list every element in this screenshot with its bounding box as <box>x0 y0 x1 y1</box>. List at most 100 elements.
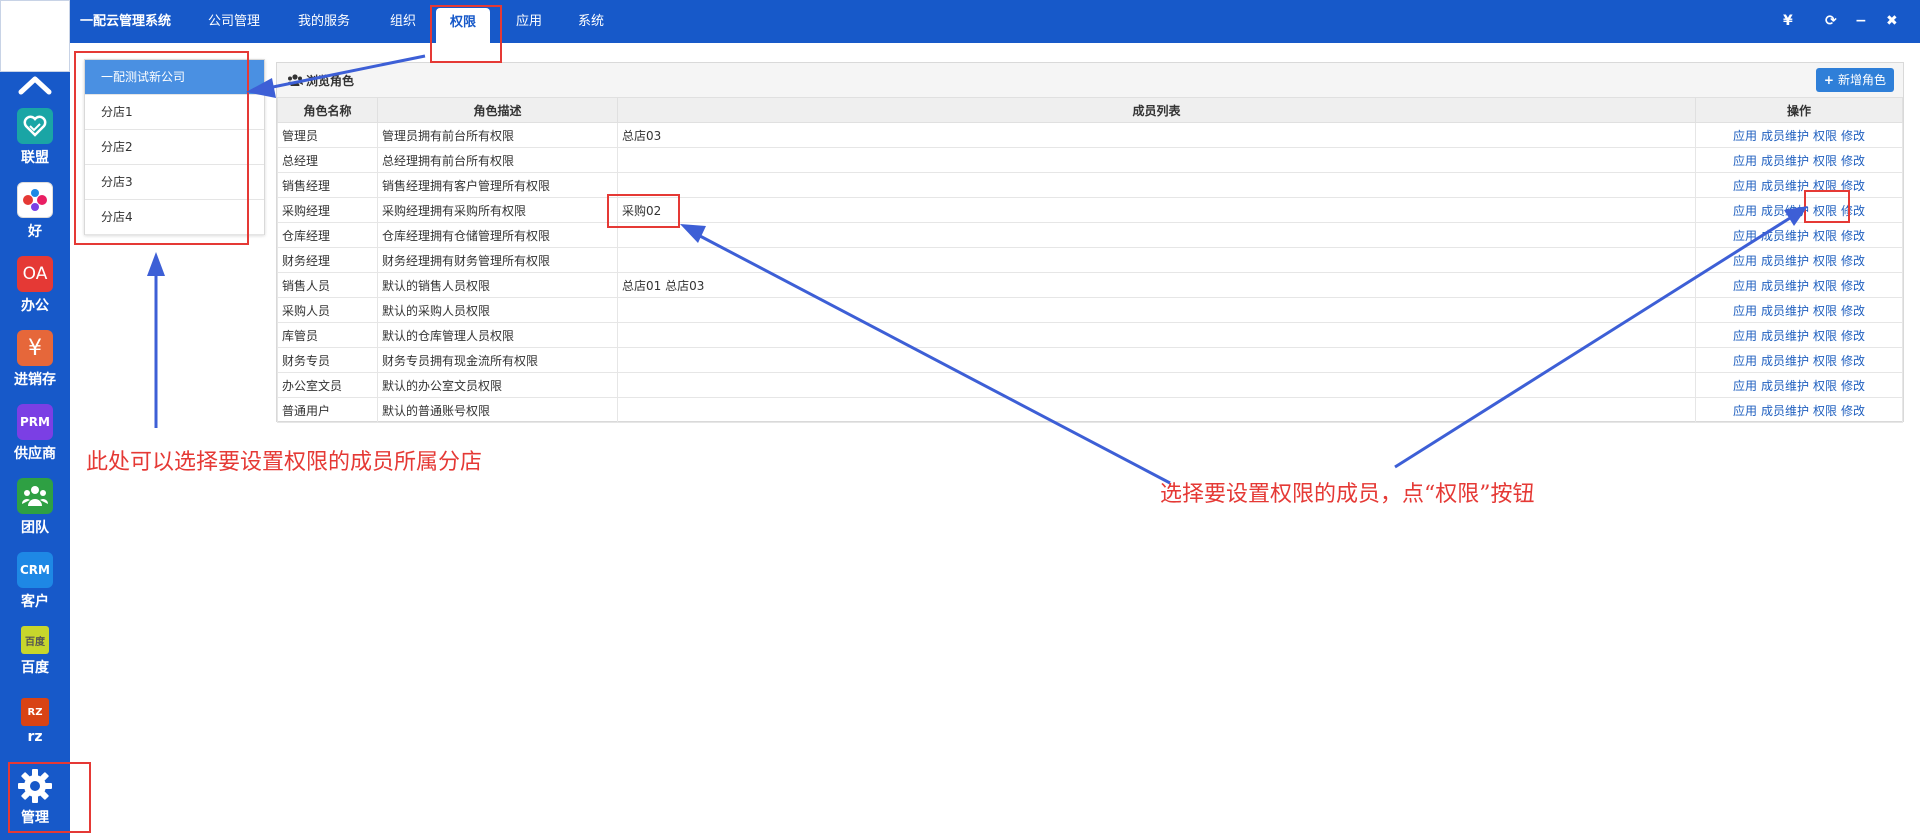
member-maintenance-link[interactable]: 成员维护 <box>1761 129 1809 143</box>
role-desc-cell: 默认的采购人员权限 <box>377 297 618 323</box>
member-maintenance-link[interactable]: 成员维护 <box>1761 254 1809 268</box>
apply-link[interactable]: 应用 <box>1733 154 1757 168</box>
edit-link[interactable]: 修改 <box>1841 129 1865 143</box>
edit-link[interactable]: 修改 <box>1841 404 1865 418</box>
permission-link[interactable]: 权限 <box>1813 304 1837 318</box>
permission-link[interactable]: 权限 <box>1813 404 1837 418</box>
members-cell <box>617 172 1696 198</box>
tab-system[interactable]: 系统 <box>578 0 604 43</box>
table-row[interactable]: 采购经理 采购经理拥有采购所有权限 采购02 应用 成员维护 权限 修改 <box>277 197 1903 223</box>
member-maintenance-link[interactable]: 成员维护 <box>1761 404 1809 418</box>
edit-link[interactable]: 修改 <box>1841 379 1865 393</box>
permission-link[interactable]: 权限 <box>1813 379 1837 393</box>
rail-label: 团队 <box>21 520 49 536</box>
member-maintenance-link[interactable]: 成员维护 <box>1761 279 1809 293</box>
member-maintenance-link[interactable]: 成员维护 <box>1761 329 1809 343</box>
table-row[interactable]: 普通用户 默认的普通账号权限 应用 成员维护 权限 修改 <box>277 397 1903 423</box>
table-row[interactable]: 销售经理 销售经理拥有客户管理所有权限 应用 成员维护 权限 修改 <box>277 172 1903 198</box>
tab-company[interactable]: 公司管理 <box>208 0 260 43</box>
tab-my-services[interactable]: 我的服务 <box>298 0 350 43</box>
rz-icon: RZ <box>21 698 49 726</box>
member-maintenance-link[interactable]: 成员维护 <box>1761 354 1809 368</box>
edit-link[interactable]: 修改 <box>1841 154 1865 168</box>
member-maintenance-link[interactable]: 成员维护 <box>1761 179 1809 193</box>
close-icon[interactable]: ✖ <box>1886 0 1898 43</box>
permission-link[interactable]: 权限 <box>1813 279 1837 293</box>
members-cell: 采购02 <box>617 197 1696 223</box>
permission-link[interactable]: 权限 <box>1813 329 1837 343</box>
edit-link[interactable]: 修改 <box>1841 329 1865 343</box>
edit-link[interactable]: 修改 <box>1841 254 1865 268</box>
edit-link[interactable]: 修改 <box>1841 354 1865 368</box>
rail-item-team[interactable]: 团队 <box>0 478 70 537</box>
actions-cell: 应用 成员维护 权限 修改 <box>1695 147 1903 173</box>
table-row[interactable]: 办公室文员 默认的办公室文员权限 应用 成员维护 权限 修改 <box>277 372 1903 398</box>
apply-link[interactable]: 应用 <box>1733 329 1757 343</box>
permission-link[interactable]: 权限 <box>1813 254 1837 268</box>
apply-link[interactable]: 应用 <box>1733 404 1757 418</box>
refresh-icon[interactable]: ⟳ <box>1825 0 1837 43</box>
role-table: 角色名称 角色描述 成员列表 操作 管理员 管理员拥有前台所有权限 总店03 应用 成员… <box>277 97 1903 423</box>
minimize-icon[interactable]: − <box>1855 0 1867 43</box>
edit-link[interactable]: 修改 <box>1841 229 1865 243</box>
apply-link[interactable]: 应用 <box>1733 229 1757 243</box>
permission-link[interactable]: 权限 <box>1813 354 1837 368</box>
rail-item-baidu[interactable]: 百度 百度 <box>0 626 70 677</box>
apply-link[interactable]: 应用 <box>1733 304 1757 318</box>
rail-item-crm[interactable]: CRM 客户 <box>0 552 70 611</box>
role-desc-cell: 管理员拥有前台所有权限 <box>377 122 618 148</box>
member-maintenance-link[interactable]: 成员维护 <box>1761 229 1809 243</box>
rail-item-supplier[interactable]: PRM 供应商 <box>0 404 70 463</box>
rail-item-inventory[interactable]: ¥ 进销存 <box>0 330 70 389</box>
edit-link[interactable]: 修改 <box>1841 304 1865 318</box>
table-row[interactable]: 采购人员 默认的采购人员权限 应用 成员维护 权限 修改 <box>277 297 1903 323</box>
table-row[interactable]: 管理员 管理员拥有前台所有权限 总店03 应用 成员维护 权限 修改 <box>277 122 1903 148</box>
member-maintenance-link[interactable]: 成员维护 <box>1761 204 1809 218</box>
crm-icon: CRM <box>17 552 53 588</box>
table-header-row: 角色名称 角色描述 成员列表 操作 <box>277 97 1903 123</box>
app-rail: 联盟 好 OA 办公 ¥ 进销存 PRM 供应商 团队 CRM 客户 百度 百度… <box>0 0 70 840</box>
apply-link[interactable]: 应用 <box>1733 129 1757 143</box>
actions-cell: 应用 成员维护 权限 修改 <box>1695 247 1903 273</box>
permission-link[interactable]: 权限 <box>1813 154 1837 168</box>
team-icon <box>17 478 53 514</box>
tab-apps[interactable]: 应用 <box>516 0 542 43</box>
role-name-cell: 销售经理 <box>277 172 378 198</box>
top-nav-bar: 一配云管理系统 公司管理 我的服务 组织 权限 应用 系统 ¥ ⟳ − ✖ <box>70 0 1920 43</box>
rail-label: 办公 <box>21 298 49 314</box>
currency-icon[interactable]: ¥ <box>1783 0 1793 43</box>
rail-item-rz[interactable]: RZ rz <box>0 698 70 745</box>
company-logo <box>0 0 70 72</box>
rail-item-hao[interactable]: 好 <box>0 182 70 241</box>
apply-link[interactable]: 应用 <box>1733 179 1757 193</box>
tab-organization[interactable]: 组织 <box>390 0 416 43</box>
rail-item-office[interactable]: OA 办公 <box>0 256 70 315</box>
table-row[interactable]: 总经理 总经理拥有前台所有权限 应用 成员维护 权限 修改 <box>277 147 1903 173</box>
add-role-button[interactable]: + 新增角色 <box>1815 68 1894 92</box>
apply-link[interactable]: 应用 <box>1733 279 1757 293</box>
oa-icon: OA <box>17 256 53 292</box>
member-maintenance-link[interactable]: 成员维护 <box>1761 304 1809 318</box>
rail-item-alliance[interactable]: 联盟 <box>0 108 70 167</box>
panel-header: 浏览角色 + 新增角色 <box>277 63 1903 97</box>
table-row[interactable]: 库管员 默认的仓库管理人员权限 应用 成员维护 权限 修改 <box>277 322 1903 348</box>
rail-scroll-up-button[interactable] <box>0 72 70 98</box>
apply-link[interactable]: 应用 <box>1733 204 1757 218</box>
table-row[interactable]: 仓库经理 仓库经理拥有仓储管理所有权限 应用 成员维护 权限 修改 <box>277 222 1903 248</box>
edit-link[interactable]: 修改 <box>1841 279 1865 293</box>
member-maintenance-link[interactable]: 成员维护 <box>1761 154 1809 168</box>
member-maintenance-link[interactable]: 成员维护 <box>1761 379 1809 393</box>
app-window: 联盟 好 OA 办公 ¥ 进销存 PRM 供应商 团队 CRM 客户 百度 百度… <box>0 0 1920 840</box>
permission-link[interactable]: 权限 <box>1813 229 1837 243</box>
table-row[interactable]: 销售人员 默认的销售人员权限 总店01 总店03 应用 成员维护 权限 修改 <box>277 272 1903 298</box>
permission-link[interactable]: 权限 <box>1813 129 1837 143</box>
members-cell <box>617 147 1696 173</box>
annotation-note-member: 选择要设置权限的成员，点“权限”按钮 <box>1160 482 1535 507</box>
table-row[interactable]: 财务经理 财务经理拥有财务管理所有权限 应用 成员维护 权限 修改 <box>277 247 1903 273</box>
apply-link[interactable]: 应用 <box>1733 354 1757 368</box>
role-name-cell: 办公室文员 <box>277 372 378 398</box>
apply-link[interactable]: 应用 <box>1733 254 1757 268</box>
apply-link[interactable]: 应用 <box>1733 379 1757 393</box>
col-role-name: 角色名称 <box>277 97 378 123</box>
table-row[interactable]: 财务专员 财务专员拥有现金流所有权限 应用 成员维护 权限 修改 <box>277 347 1903 373</box>
